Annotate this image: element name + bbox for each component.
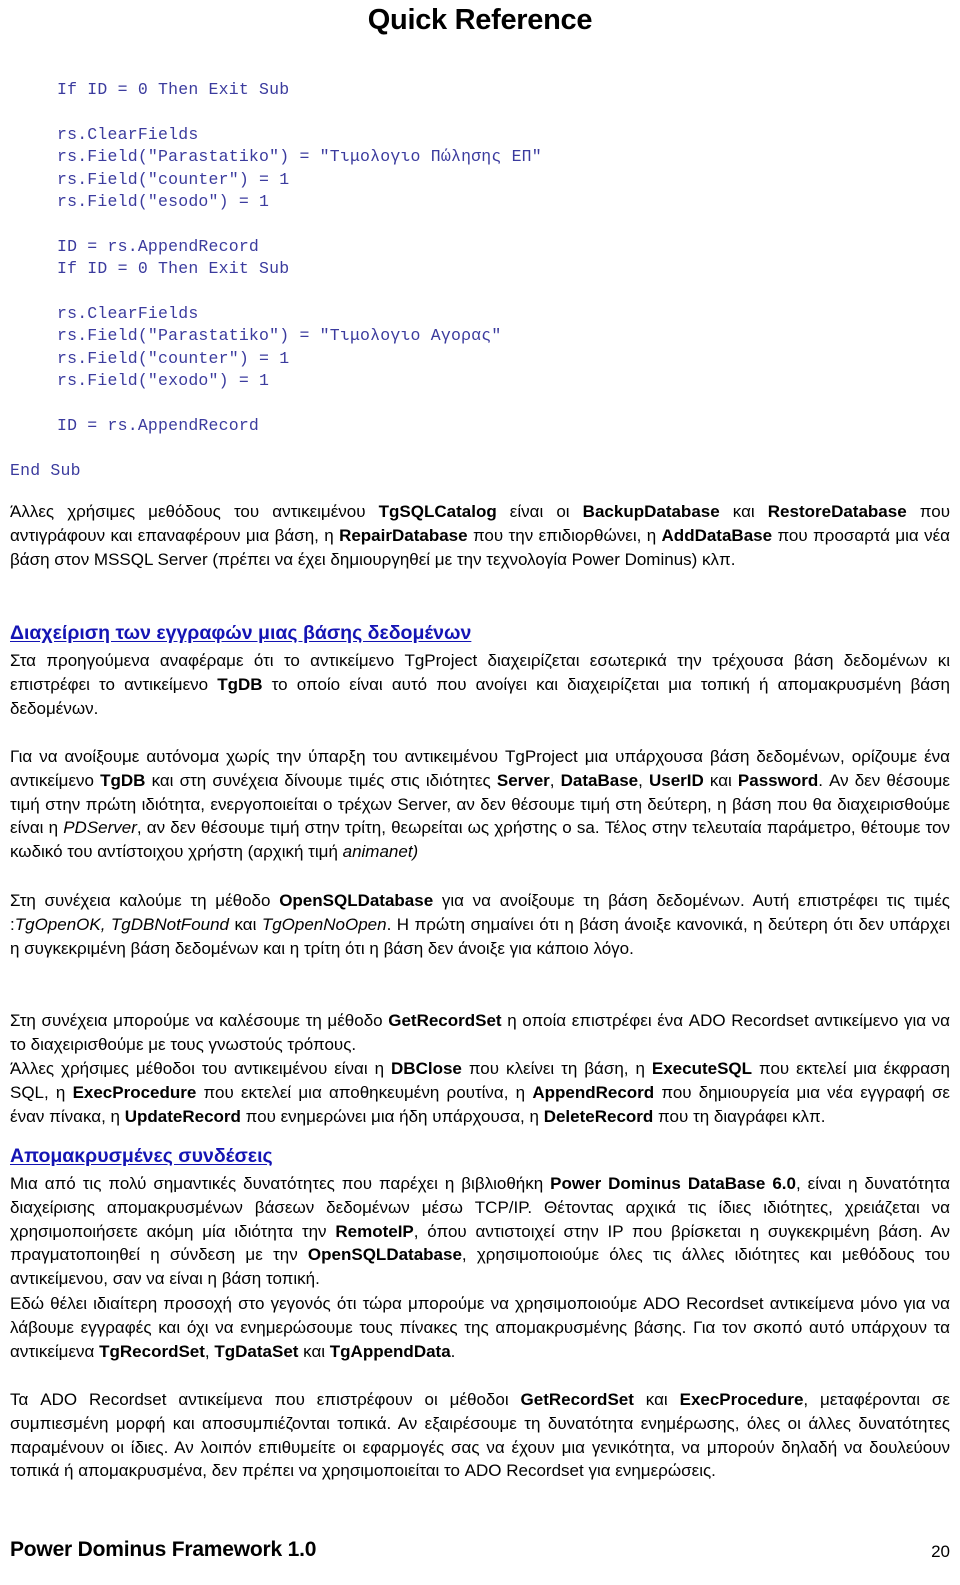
page-title: Quick Reference <box>367 4 593 36</box>
code-line: rs.ClearFields <box>57 304 199 324</box>
document-page: Quick Reference If ID = 0 Then Exit Sub … <box>0 0 960 1585</box>
code-line: If ID = 0 Then Exit Sub <box>57 259 290 279</box>
paragraph-ado-recordset-limits: Εδώ θέλει ιδιαίτερη προσοχή στο γεγονός … <box>10 1294 950 1361</box>
code-line: rs.Field("Parastatiko") = "Τιμολογιο Αγο… <box>57 326 502 346</box>
section-heading-remote-connections: Απομακρυσμένες συνδέσεις <box>10 1145 273 1167</box>
footer-page-number: 20 <box>931 1542 950 1561</box>
page-footer: Power Dominus Framework 1.0 20 <box>10 1538 950 1566</box>
paragraph-tgdb-intro: Στα προηγούμενα αναφέραμε ότι το αντικεί… <box>10 651 950 718</box>
code-line: rs.Field("counter") = 1 <box>57 348 290 368</box>
code-block: If ID = 0 Then Exit Sub rs.ClearFields rs… <box>10 79 950 482</box>
paragraph-tgdb-properties: Για να ανοίξουμε αυτόνομα χωρίς την ύπαρ… <box>10 747 951 862</box>
paragraph-other-methods: Άλλες χρήσιμες μέθοδοι του αντικειμένου … <box>10 1059 951 1126</box>
code-line: End Sub <box>10 460 81 480</box>
code-line: rs.Field("counter") = 1 <box>57 169 290 189</box>
paragraph-getrecordset: Στη συνέχεια μπορούμε να καλέσουμε τη μέ… <box>10 1011 950 1054</box>
section-heading-record-management: Διαχείριση των εγγραφών μιας βάσης δεδομ… <box>10 622 472 644</box>
paragraph-compression-note: Τα ADO Recordset αντικείμενα που επιστρέ… <box>10 1390 950 1481</box>
code-line: If ID = 0 Then Exit Sub <box>57 80 290 99</box>
paragraph-opensqldatabase: Στη συνέχεια καλούμε τη μέθοδο OpenSQLDa… <box>10 891 950 958</box>
code-line: rs.Field("exodo") = 1 <box>57 371 270 391</box>
footer-title: Power Dominus Framework 1.0 <box>10 1538 317 1561</box>
code-line: rs.ClearFields <box>57 124 199 144</box>
code-line: ID = rs.AppendRecord <box>57 416 260 436</box>
paragraph-remote-connections: Μια από τις πολύ σημαντικές δυνατότητες … <box>10 1174 950 1289</box>
paragraph-tgsqlcatalog-methods: Άλλες χρήσιμες μεθόδους του αντικειμένου… <box>10 502 950 569</box>
code-line: rs.Field("Parastatiko") = "Τιμολογιο Πώλ… <box>57 147 542 167</box>
code-line: ID = rs.AppendRecord <box>57 236 260 256</box>
code-line: rs.Field("esodo") = 1 <box>57 192 270 212</box>
